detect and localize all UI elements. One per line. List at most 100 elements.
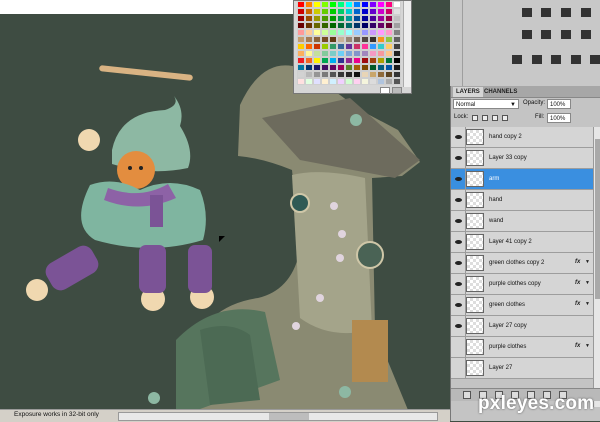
- color-swatch[interactable]: [361, 36, 369, 43]
- link-layers-icon[interactable]: [463, 391, 471, 399]
- color-swatch[interactable]: [353, 64, 361, 71]
- delete-swatch-icon[interactable]: [392, 87, 402, 94]
- layer-row[interactable]: purple clothes copy fx ▼: [451, 274, 593, 295]
- color-swatch[interactable]: [297, 50, 305, 57]
- color-swatch[interactable]: [321, 43, 329, 50]
- layer-thumbnail[interactable]: [466, 213, 484, 229]
- layer-row[interactable]: Layer 33 copy: [451, 148, 593, 169]
- color-swatch[interactable]: [361, 78, 369, 85]
- color-swatch[interactable]: [305, 50, 313, 57]
- color-swatch[interactable]: [345, 29, 353, 36]
- color-swatch[interactable]: [321, 57, 329, 64]
- color-swatch[interactable]: [361, 1, 369, 8]
- color-swatch[interactable]: [345, 57, 353, 64]
- color-swatch[interactable]: [377, 36, 385, 43]
- fx-icon[interactable]: fx: [575, 343, 580, 349]
- color-swatch[interactable]: [313, 8, 321, 15]
- layer-thumbnail[interactable]: [466, 150, 484, 166]
- color-swatch[interactable]: [329, 64, 337, 71]
- color-swatch[interactable]: [313, 43, 321, 50]
- tab-channels[interactable]: CHANNELS: [481, 87, 520, 97]
- color-swatch[interactable]: [361, 64, 369, 71]
- color-swatch[interactable]: [337, 8, 345, 15]
- exposure-icon[interactable]: [581, 8, 591, 17]
- color-swatch[interactable]: [369, 1, 377, 8]
- swatch-grid[interactable]: [297, 1, 401, 87]
- layer-name[interactable]: hand: [489, 197, 502, 203]
- expand-effects-icon[interactable]: ▼: [585, 259, 590, 265]
- color-swatch[interactable]: [353, 29, 361, 36]
- layer-row[interactable]: hand copy 2: [451, 127, 593, 148]
- color-swatch[interactable]: [377, 22, 385, 29]
- layer-name[interactable]: Layer 27: [489, 365, 512, 371]
- lock-transparency-icon[interactable]: [472, 115, 478, 121]
- layer-row[interactable]: purple clothes fx ▼: [451, 337, 593, 358]
- expand-effects-icon[interactable]: ▼: [585, 280, 590, 286]
- layer-name[interactable]: purple clothes copy: [489, 281, 541, 287]
- color-swatch[interactable]: [377, 1, 385, 8]
- photo-filter-icon[interactable]: [512, 55, 522, 64]
- fx-icon[interactable]: fx: [575, 259, 580, 265]
- levels-icon[interactable]: [541, 8, 551, 17]
- color-swatch[interactable]: [361, 22, 369, 29]
- color-swatch[interactable]: [377, 64, 385, 71]
- layers-scrollbar[interactable]: [593, 127, 600, 407]
- fx-icon[interactable]: fx: [575, 280, 580, 286]
- color-swatch[interactable]: [369, 43, 377, 50]
- color-swatch[interactable]: [305, 36, 313, 43]
- color-swatch[interactable]: [377, 29, 385, 36]
- color-swatch[interactable]: [393, 64, 401, 71]
- layer-row[interactable]: arm: [451, 169, 593, 190]
- color-swatch[interactable]: [361, 29, 369, 36]
- color-swatch[interactable]: [305, 71, 313, 78]
- layer-name[interactable]: Layer 33 copy: [489, 155, 527, 161]
- color-swatch[interactable]: [321, 64, 329, 71]
- layer-thumbnail[interactable]: [466, 171, 484, 187]
- color-swatch[interactable]: [377, 57, 385, 64]
- color-swatch[interactable]: [313, 15, 321, 22]
- color-swatch[interactable]: [353, 1, 361, 8]
- color-swatch[interactable]: [377, 8, 385, 15]
- layer-thumbnail[interactable]: [466, 234, 484, 250]
- color-swatch[interactable]: [297, 71, 305, 78]
- color-swatch[interactable]: [305, 57, 313, 64]
- color-swatch[interactable]: [353, 15, 361, 22]
- visibility-toggle[interactable]: [452, 127, 466, 147]
- color-swatch[interactable]: [313, 1, 321, 8]
- layer-row[interactable]: wand: [451, 211, 593, 232]
- layer-thumbnail[interactable]: [466, 129, 484, 145]
- color-swatch[interactable]: [393, 43, 401, 50]
- color-swatch[interactable]: [353, 8, 361, 15]
- color-swatch[interactable]: [313, 50, 321, 57]
- color-swatch[interactable]: [337, 36, 345, 43]
- color-swatch[interactable]: [369, 64, 377, 71]
- color-swatch[interactable]: [345, 15, 353, 22]
- layer-name[interactable]: wand: [489, 218, 503, 224]
- color-swatch[interactable]: [393, 50, 401, 57]
- layer-row[interactable]: Layer 41 copy 2: [451, 232, 593, 253]
- color-swatch[interactable]: [385, 15, 393, 22]
- layer-name[interactable]: green clothes copy 2: [489, 260, 544, 266]
- color-swatch[interactable]: [353, 57, 361, 64]
- color-swatch[interactable]: [313, 22, 321, 29]
- color-swatch[interactable]: [361, 50, 369, 57]
- color-swatch[interactable]: [321, 8, 329, 15]
- color-swatch[interactable]: [305, 1, 313, 8]
- hue-saturation-icon[interactable]: [541, 30, 551, 39]
- color-swatch[interactable]: [305, 29, 313, 36]
- color-swatch[interactable]: [345, 64, 353, 71]
- color-swatch[interactable]: [297, 57, 305, 64]
- color-swatch[interactable]: [393, 57, 401, 64]
- color-swatch[interactable]: [297, 1, 305, 8]
- layer-thumbnail[interactable]: [466, 276, 484, 292]
- visibility-toggle[interactable]: [452, 274, 466, 294]
- color-swatch[interactable]: [393, 78, 401, 85]
- layer-row[interactable]: green clothes copy 2 fx ▼: [451, 253, 593, 274]
- color-swatch[interactable]: [313, 78, 321, 85]
- color-swatch[interactable]: [329, 15, 337, 22]
- color-swatch[interactable]: [385, 57, 393, 64]
- color-swatch[interactable]: [305, 64, 313, 71]
- color-swatch[interactable]: [369, 15, 377, 22]
- color-swatch[interactable]: [321, 1, 329, 8]
- visibility-toggle[interactable]: [452, 358, 466, 378]
